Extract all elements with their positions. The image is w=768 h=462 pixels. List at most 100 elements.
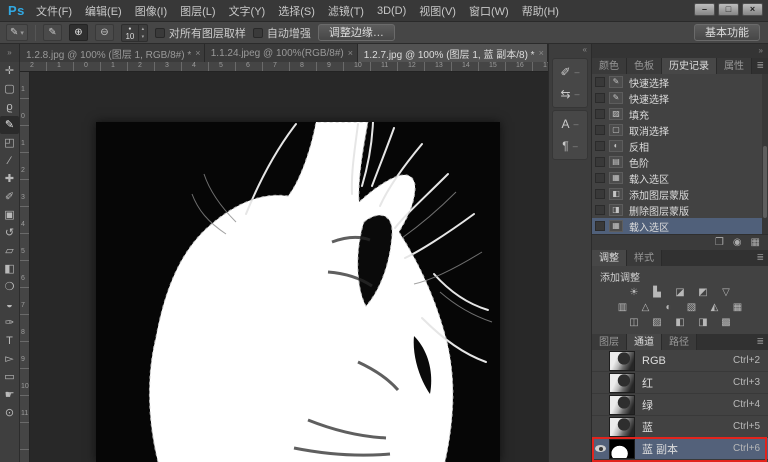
channel-mixer-icon[interactable]: ◭ [707,301,723,314]
panel-dock-collapse-icon[interactable]: » [592,44,768,58]
blur-tool[interactable]: ❍ [0,278,19,296]
channel-thumbnail[interactable] [609,439,635,459]
menu-edit[interactable]: 编辑(E) [85,3,122,19]
brush-panel-button[interactable]: ✐ – [553,61,587,83]
zoom-tool[interactable]: ⊙ [0,404,19,422]
sample-all-layers-checkbox[interactable] [155,28,165,38]
spinner-down-icon[interactable]: ▾ [139,33,147,41]
photo-filter-icon[interactable]: ▧ [684,301,700,314]
document-tab[interactable]: 1.2.8.jpg @ 100% (图层 1, RGB/8#) * × [20,44,205,62]
menu-help[interactable]: 帮助(H) [522,3,559,19]
eraser-tool[interactable]: ▱ [0,242,19,260]
channel-row-blue-copy[interactable]: 蓝 副本 Ctrl+6 [592,438,768,460]
document-canvas[interactable] [96,122,500,462]
visibility-slot[interactable] [592,445,609,452]
crop-tool[interactable]: ◰ [0,134,19,152]
channel-thumbnail[interactable] [609,351,635,371]
document-tab[interactable]: 1.1.24.jpeg @ 100%(RGB/8#) × [205,44,358,62]
new-snapshot-icon[interactable]: ◉ [733,237,742,248]
channel-row-blue[interactable]: 蓝 Ctrl+5 [592,416,768,438]
levels-icon[interactable]: ▙ [649,286,665,299]
history-brush-tool[interactable]: ↺ [0,224,19,242]
tab-layers[interactable]: 图层 [592,334,627,350]
clone-stamp-tool[interactable]: ▣ [0,206,19,224]
new-document-from-state-icon[interactable]: ❐ [715,237,724,248]
history-source-slot[interactable] [595,205,605,215]
black-white-icon[interactable]: ◐ [661,301,677,314]
selective-color-icon[interactable]: ▩ [718,316,734,329]
close-button[interactable]: × [742,3,763,16]
tab-adjustments[interactable]: 调整 [592,250,627,266]
history-source-slot[interactable] [595,189,605,199]
history-item[interactable]: ✎快速选择 [592,74,768,90]
refine-edge-button[interactable]: 调整边缘… [318,24,395,41]
menu-window[interactable]: 窗口(W) [469,3,509,19]
maximize-button[interactable]: □ [718,3,739,16]
tool-preset-picker[interactable]: ✎ ▾ [6,24,28,41]
hue-saturation-icon[interactable]: ▥ [615,301,631,314]
minimize-button[interactable]: – [694,3,715,16]
tab-styles[interactable]: 样式 [627,250,662,266]
history-item-selected[interactable]: ▦载入选区 [592,218,768,234]
horizontal-ruler[interactable]: 2101234567891011121314151617 [20,62,548,72]
history-item[interactable]: ◐反相 [592,138,768,154]
workspace-switcher-button[interactable]: 基本功能 [694,24,760,41]
move-tool[interactable]: ✛ [0,62,19,80]
spinner-up-icon[interactable]: ▴ [139,25,147,33]
brush-size-picker[interactable]: ● 10 ▴ ▾ [121,24,148,42]
brightness-contrast-icon[interactable]: ☀ [626,286,642,299]
panel-menu-icon[interactable]: ≣ [756,60,764,71]
character-panel-button[interactable]: A – [553,113,587,135]
history-item[interactable]: ▨填充 [592,106,768,122]
menu-file[interactable]: 文件(F) [36,3,72,19]
gradient-tool[interactable]: ◧ [0,260,19,278]
gradient-map-icon[interactable]: ◨ [695,316,711,329]
type-tool[interactable]: T [0,332,19,350]
vibrance-icon[interactable]: ▽ [718,286,734,299]
history-source-slot[interactable] [595,157,605,167]
eye-icon[interactable] [595,445,606,452]
subtract-from-selection-mode-button[interactable]: ⊖ [95,24,114,41]
history-item[interactable]: ▢取消选择 [592,122,768,138]
menu-layer[interactable]: 图层(L) [180,3,215,19]
shape-tool[interactable]: ▭ [0,368,19,386]
history-item[interactable]: ▤色阶 [592,154,768,170]
quick-selection-tool[interactable]: ✎ [0,116,19,134]
tab-history[interactable]: 历史记录 [662,58,717,74]
history-source-slot[interactable] [595,77,605,87]
tab-color[interactable]: 颜色 [592,58,627,74]
tab-properties[interactable]: 属性 [717,58,752,74]
panel-menu-icon[interactable]: ≣ [756,336,764,347]
threshold-icon[interactable]: ◧ [672,316,688,329]
scrollbar-thumb[interactable] [763,146,767,218]
history-item[interactable]: ◧添加图层蒙版 [592,186,768,202]
menu-image[interactable]: 图像(I) [135,3,167,19]
vertical-ruler[interactable]: 101234567891011 [20,72,30,462]
new-selection-mode-button[interactable]: ✎ [43,24,62,41]
channel-row-rgb[interactable]: RGB Ctrl+2 [592,350,768,372]
auto-enhance-option[interactable]: 自动增强 [253,25,311,41]
auto-enhance-checkbox[interactable] [253,28,263,38]
menu-type[interactable]: 文字(Y) [229,3,266,19]
hand-tool[interactable]: ☛ [0,386,19,404]
rectangular-marquee-tool[interactable]: ▢ [0,80,19,98]
paragraph-panel-button[interactable]: ¶ – [553,135,587,157]
history-item[interactable]: ◨删除图层蒙版 [592,202,768,218]
sample-all-layers-option[interactable]: 对所有图层取样 [155,25,246,41]
invert-icon[interactable]: ◫ [626,316,642,329]
history-source-slot[interactable] [595,221,605,231]
history-source-slot[interactable] [595,93,605,103]
menu-filter[interactable]: 滤镜(T) [328,3,364,19]
tools-panel-collapse-icon[interactable]: » [0,44,20,62]
history-source-slot[interactable] [595,109,605,119]
close-tab-icon[interactable]: × [539,48,544,58]
dock-collapse-icon[interactable]: « [549,44,591,56]
exposure-icon[interactable]: ◩ [695,286,711,299]
history-item[interactable]: ✎快速选择 [592,90,768,106]
history-source-slot[interactable] [595,173,605,183]
pen-tool[interactable]: ✑ [0,314,19,332]
channel-thumbnail[interactable] [609,373,635,393]
path-selection-tool[interactable]: ▻ [0,350,19,368]
history-source-slot[interactable] [595,141,605,151]
posterize-icon[interactable]: ▨ [649,316,665,329]
